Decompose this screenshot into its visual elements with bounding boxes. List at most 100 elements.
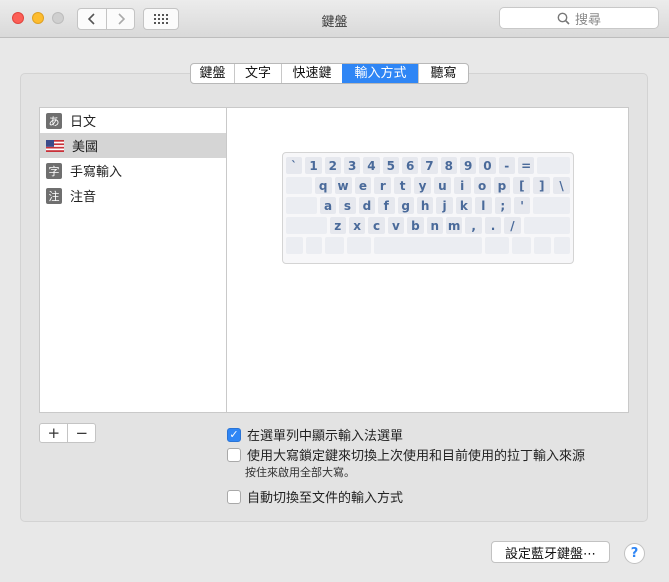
keyboard-key: 9	[459, 157, 477, 174]
search-placeholder: 搜尋	[574, 12, 601, 28]
keyboard-key-blank	[553, 237, 571, 254]
keyboard-key: x	[348, 217, 366, 234]
keyboard-key: '	[513, 197, 531, 214]
keyboard-key: 8	[440, 157, 457, 174]
tab-text[interactable]: 文字	[234, 64, 281, 83]
keyboard-key: =	[517, 157, 535, 174]
keyboard-key: 2	[324, 157, 341, 174]
show-menu-label: 在選單列中顯示輸入法選單	[247, 429, 404, 444]
tab-shortcuts[interactable]: 快速鍵	[281, 64, 342, 83]
caps-lock-label: 使用大寫鎖定鍵來切換上次使用和目前使用的拉丁輸入來源	[247, 449, 586, 464]
keyboard-key: u	[433, 177, 451, 194]
keyboard-key: t	[394, 177, 412, 194]
keyboard-row-1: ` 1 2 3 4 5 6 7 8 9 0- =	[286, 157, 570, 174]
setup-bluetooth-keyboard-button[interactable]: 設定藍牙鍵盤⋯	[491, 541, 610, 563]
keyboard-key-blank	[373, 237, 483, 254]
keyboard-row-3: a s d f g h j k l; '	[286, 197, 571, 214]
keyboard-key: k	[455, 197, 473, 214]
keyboard-key: ,	[465, 217, 482, 234]
keyboard-key: w	[334, 177, 352, 194]
keyboard-key-blank	[523, 217, 570, 234]
list-item-zhuyin[interactable]: 注 注音	[40, 183, 226, 208]
keyboard-key-blank	[534, 237, 551, 254]
keyboard-key: -	[498, 157, 515, 174]
hiragana-icon: あ	[46, 112, 62, 129]
keyboard-key: 1	[305, 157, 322, 174]
title-bar: 鍵盤 搜尋	[0, 0, 669, 38]
list-item-japanese[interactable]: あ 日文	[40, 108, 226, 133]
tab-input-sources[interactable]: 輸入方式	[342, 64, 418, 83]
keyboard-key: n	[426, 217, 443, 234]
keyboard-key: b	[407, 217, 424, 234]
keyboard-row-2: q w e r t y u i o p[] \	[286, 177, 570, 194]
keyboard-key: q	[314, 177, 332, 194]
keyboard-row-5	[286, 237, 571, 254]
keyboard-key: 5	[382, 157, 399, 174]
keyboard-key: f	[378, 197, 395, 214]
keyboard-key: 0	[479, 157, 496, 174]
keyboard-key: 6	[401, 157, 419, 174]
keyboard-key: \	[553, 177, 570, 194]
keyboard-row-4: z x c v b n m,. /	[286, 217, 570, 234]
keyboard-key-blank	[286, 217, 327, 234]
keyboard-key-blank	[286, 177, 312, 194]
tab-dictation[interactable]: 聽寫	[418, 64, 468, 83]
keyboard-key-blank	[533, 197, 571, 214]
auto-switch-label: 自動切換至文件的輸入方式	[247, 491, 404, 506]
keyboard-key-blank	[511, 237, 532, 254]
zhuyin-icon: 注	[46, 187, 62, 204]
keyboard-key-blank	[286, 197, 317, 214]
option-auto-switch[interactable]: 自動切換至文件的輸入方式	[227, 487, 403, 506]
tab-bar: 鍵盤 文字 快速鍵 輸入方式 聽寫	[190, 63, 469, 84]
list-item-label: 手寫輸入	[70, 165, 123, 180]
list-item-label: 注音	[70, 190, 97, 205]
keyboard-key: g	[397, 197, 414, 214]
keyboard-key: s	[339, 197, 356, 214]
keyboard-key: m	[445, 217, 463, 234]
keyboard-key: /	[504, 217, 521, 234]
remove-input-source-button[interactable]: −	[67, 424, 95, 442]
search-field[interactable]: 搜尋	[499, 7, 659, 29]
list-item-label: 日文	[70, 115, 97, 130]
input-source-list[interactable]: あ 日文 美國 字 手寫輸入 注 注音	[39, 107, 227, 413]
keyboard-key: r	[374, 177, 392, 194]
show-menu-checkbox[interactable]: ✓	[227, 427, 241, 442]
list-item-label: 美國	[72, 140, 99, 155]
add-remove-control: + −	[39, 423, 96, 443]
keyboard-key-blank	[286, 237, 303, 254]
keyboard-key: i	[453, 177, 471, 194]
caps-lock-checkbox[interactable]	[227, 447, 241, 462]
keyboard-key: 7	[421, 157, 438, 174]
keyboard-key: p	[493, 177, 511, 194]
handwriting-icon: 字	[46, 162, 62, 179]
keyboard-key-blank	[325, 237, 345, 254]
keyboard-key: 3	[343, 157, 361, 174]
caps-lock-hint: 按住來啟用全部大寫。	[245, 466, 355, 479]
list-item-handwriting[interactable]: 字 手寫輸入	[40, 158, 226, 183]
auto-switch-checkbox[interactable]	[227, 489, 241, 504]
keyboard-preview-pane: ` 1 2 3 4 5 6 7 8 9 0- = q w e r t y u i o p[] \ a s d f g h j k l; ' …	[227, 107, 629, 413]
us-flag-icon	[46, 139, 64, 152]
keyboard-layout-preview: ` 1 2 3 4 5 6 7 8 9 0- = q w e r t y u i o p[] \ a s d f g h j k l; ' …	[282, 152, 574, 264]
list-item-us[interactable]: 美國	[40, 133, 226, 158]
keyboard-key: c	[368, 217, 385, 234]
tab-keyboard[interactable]: 鍵盤	[191, 64, 234, 83]
keyboard-key-blank	[305, 237, 322, 254]
keyboard-key: y	[414, 177, 431, 194]
option-show-menu[interactable]: ✓ 在選單列中顯示輸入法選單	[227, 425, 403, 444]
option-caps-lock[interactable]: 使用大寫鎖定鍵來切換上次使用和目前使用的拉丁輸入來源	[227, 445, 585, 464]
keyboard-key-blank	[537, 157, 570, 174]
keyboard-key: ;	[494, 197, 511, 214]
help-button[interactable]: ?	[624, 543, 645, 564]
keyboard-key-blank	[347, 237, 371, 254]
keyboard-key: h	[416, 197, 434, 214]
keyboard-key: l	[475, 197, 492, 214]
keyboard-key: [	[513, 177, 531, 194]
keyboard-key: z	[329, 217, 346, 234]
keyboard-key: o	[473, 177, 491, 194]
keyboard-key: a	[319, 197, 337, 214]
keyboard-key: ]	[533, 177, 551, 194]
keyboard-key: e	[354, 177, 372, 194]
keyboard-key: j	[436, 197, 453, 214]
add-input-source-button[interactable]: +	[40, 424, 67, 442]
